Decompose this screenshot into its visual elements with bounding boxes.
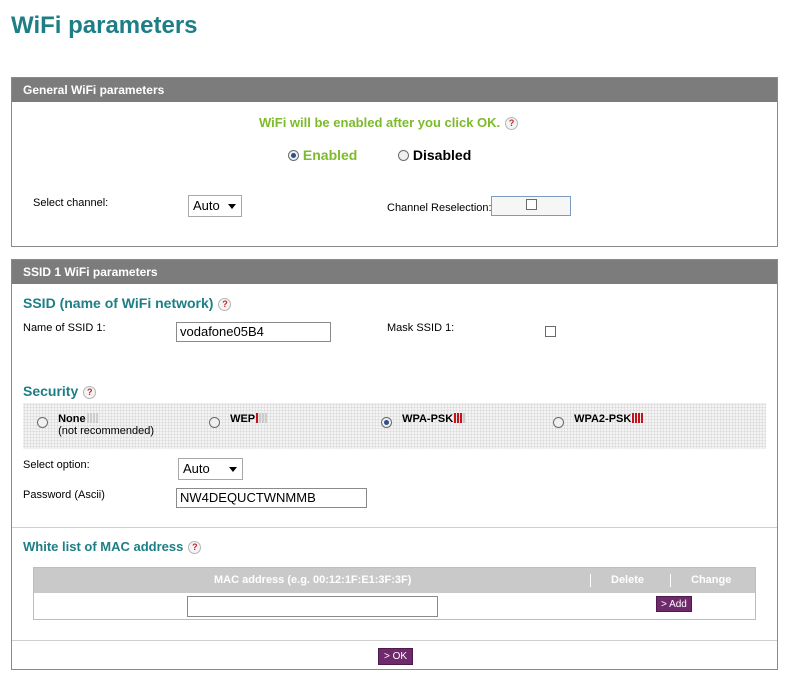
security-strength-bars (631, 413, 644, 425)
strength-bar (635, 413, 638, 423)
security-wpa2-psk-label: WPA2-PSK (574, 413, 632, 425)
ok-button[interactable]: > OK (378, 648, 414, 665)
channel-label: Select channel: (33, 197, 109, 209)
help-icon[interactable]: ? (83, 386, 97, 399)
strength-bar (460, 413, 463, 423)
ssid-section-title: SSID (name of WiFi network)? (23, 295, 232, 311)
select-option-label: Select option: (23, 459, 90, 471)
security-strength-bars (255, 413, 268, 425)
channel-reselection-box (491, 196, 571, 216)
mask-ssid-checkbox[interactable] (545, 326, 556, 337)
ssid-name-label: Name of SSID 1: (23, 322, 106, 334)
add-mac-button[interactable]: > Add (656, 596, 692, 612)
strength-bar (638, 413, 641, 423)
enabled-radio-option[interactable]: Enabled (288, 147, 357, 163)
password-label: Password (Ascii) (23, 489, 105, 501)
mac-whitelist-table: MAC address (e.g. 00:12:1F:E1:3F:3F) Del… (33, 567, 756, 620)
strength-bar (454, 413, 457, 423)
general-wifi-panel: General WiFi parameters WiFi will be ena… (11, 77, 778, 247)
strength-bar (86, 413, 89, 423)
security-none-radio[interactable] (37, 417, 48, 428)
channel-select[interactable]: Auto (188, 195, 242, 217)
security-option-none[interactable]: None (not recommended) (37, 413, 154, 437)
security-option-wpa-psk[interactable]: WPA-PSK (381, 413, 466, 428)
whitelist-section-title: White list of MAC address? (23, 539, 202, 554)
strength-bar (265, 413, 268, 423)
wifi-notice-text: WiFi will be enabled after you click OK. (259, 115, 501, 130)
mask-ssid-label: Mask SSID 1: (387, 322, 455, 334)
strength-bar (259, 413, 262, 423)
section-divider (12, 640, 777, 641)
help-icon[interactable]: ? (188, 541, 202, 554)
strength-bar (463, 413, 466, 423)
security-wpa-psk-radio[interactable] (381, 417, 392, 428)
disabled-label: Disabled (412, 147, 472, 163)
page-title: WiFi parameters (11, 12, 198, 39)
security-option-select[interactable]: Auto (178, 458, 243, 480)
help-icon[interactable]: ? (505, 117, 519, 130)
disabled-radio-option[interactable]: Disabled (398, 147, 471, 163)
security-wpa2-psk-radio[interactable] (553, 417, 564, 428)
change-column-header: Change (691, 574, 732, 586)
security-none-label: None (58, 413, 86, 425)
help-icon[interactable]: ? (218, 298, 232, 311)
ssid1-header: SSID 1 WiFi parameters (12, 260, 777, 284)
wifi-notice: WiFi will be enabled after you click OK.… (259, 115, 519, 130)
ssid1-panel: SSID 1 WiFi parameters SSID (name of WiF… (11, 259, 778, 670)
mac-column-header: MAC address (e.g. 00:12:1F:E1:3F:3F) (214, 574, 412, 586)
mac-address-input[interactable] (187, 596, 438, 617)
security-wep-label: WEP (230, 413, 256, 425)
general-wifi-header: General WiFi parameters (12, 78, 777, 102)
security-wep-radio[interactable] (209, 417, 220, 428)
security-wpa-psk-label: WPA-PSK (402, 413, 454, 425)
column-divider (670, 574, 671, 587)
channel-select-value: Auto (193, 198, 220, 213)
security-strength-bars (86, 413, 98, 425)
strength-bar (92, 413, 95, 423)
mac-table-header: MAC address (e.g. 00:12:1F:E1:3F:3F) Del… (34, 568, 755, 593)
strength-bar (95, 413, 98, 423)
strength-bar (641, 413, 644, 423)
disabled-radio[interactable] (398, 150, 409, 161)
ssid-name-input[interactable]: vodafone05B4 (176, 322, 331, 342)
delete-column-header: Delete (611, 574, 645, 586)
chevron-down-icon (228, 204, 236, 209)
section-divider (12, 527, 777, 528)
security-option-wep[interactable]: WEP (209, 413, 268, 428)
whitelist-section-title-text: White list of MAC address (23, 539, 184, 554)
strength-bar (262, 413, 265, 423)
security-section-title-text: Security (23, 383, 79, 399)
enabled-radio[interactable] (288, 150, 299, 161)
chevron-down-icon (229, 467, 237, 472)
strength-bar (256, 413, 259, 423)
strength-bar (89, 413, 92, 423)
security-option-wpa2-psk[interactable]: WPA2-PSK (553, 413, 644, 428)
channel-reselection-label: Channel Reselection: (387, 202, 492, 214)
column-divider (590, 574, 591, 587)
security-section-title: Security? (23, 383, 97, 399)
security-option-select-value: Auto (183, 461, 210, 476)
security-strength-bars (453, 413, 466, 425)
password-input[interactable]: NW4DEQUCTWNMMB (176, 488, 367, 508)
security-none-sublabel: (not recommended) (58, 425, 155, 437)
channel-reselection-checkbox[interactable] (526, 199, 537, 210)
enabled-label: Enabled (302, 147, 358, 163)
ssid-section-title-text: SSID (name of WiFi network) (23, 295, 214, 311)
strength-bar (457, 413, 460, 423)
strength-bar (632, 413, 635, 423)
